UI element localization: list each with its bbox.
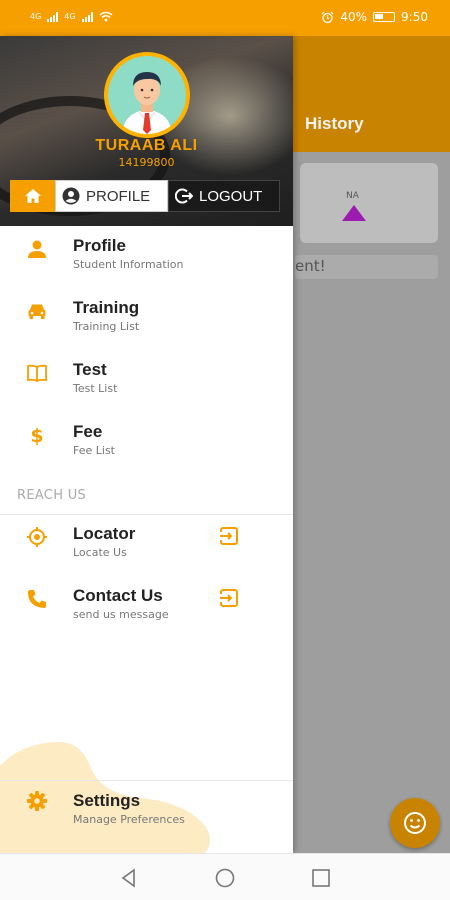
header-actions: PROFILE LOGOUT (10, 180, 280, 212)
status-bar: 4G 4G 40% 9:50 (0, 0, 450, 36)
menu-item-locator[interactable]: Locator Locate Us (0, 514, 293, 574)
home-nav-icon[interactable] (214, 867, 236, 889)
wifi-icon (99, 11, 113, 22)
locator-icon (27, 527, 47, 547)
tab-history[interactable]: History (305, 114, 364, 134)
menu-item-contact-us[interactable]: Contact Us send us message (0, 576, 293, 636)
open-external-icon[interactable] (218, 587, 240, 609)
recents-icon[interactable] (310, 867, 332, 889)
gear-icon (27, 791, 47, 811)
menu-item-title: Fee (73, 422, 103, 441)
battery-percent: 40% (340, 10, 368, 24)
drawer-header: TURAAB ALI 14199800 PROFILE LOGOUT (0, 36, 293, 226)
book-icon (27, 364, 47, 383)
menu-item-subtitle: send us message (73, 608, 169, 621)
triangle-icon (342, 205, 366, 221)
account-circle-icon (62, 187, 80, 205)
message-text: ent! (295, 257, 326, 275)
navigation-drawer: TURAAB ALI 14199800 PROFILE LOGOUT Profi… (0, 36, 293, 853)
menu-item-title: Contact Us (73, 586, 163, 605)
menu-item-title: Test (73, 360, 107, 379)
card-label: NA (346, 191, 359, 201)
alarm-icon (321, 11, 334, 23)
signal-icon (81, 11, 93, 22)
divider (0, 780, 293, 781)
clock: 9:50 (401, 10, 428, 24)
system-nav-bar (0, 853, 450, 900)
avatar[interactable] (104, 52, 190, 138)
menu-item-subtitle: Locate Us (73, 546, 127, 559)
person-icon (28, 240, 46, 258)
home-icon (24, 189, 41, 203)
menu-item-subtitle: Fee List (73, 444, 115, 457)
battery-icon (373, 12, 396, 22)
logout-button-label: LOGOUT (199, 187, 263, 205)
phone-icon (28, 590, 46, 608)
car-icon (28, 304, 46, 319)
menu-item-subtitle: Manage Preferences (73, 813, 185, 826)
dollar-icon: $ (30, 425, 43, 446)
message-banner: ent! (295, 255, 438, 279)
svg-text:$: $ (30, 425, 43, 446)
menu-item-profile[interactable]: Profile Student Information (0, 226, 293, 286)
smiley-icon (404, 812, 426, 834)
feedback-button[interactable] (390, 798, 440, 848)
profile-button[interactable]: PROFILE (55, 180, 168, 212)
menu-item-title: Training (73, 298, 140, 317)
profile-button-label: PROFILE (86, 187, 151, 205)
menu-item-title: Profile (73, 236, 126, 255)
summary-card: NA (300, 163, 438, 243)
open-external-icon[interactable] (218, 525, 240, 547)
logout-button[interactable]: LOGOUT (168, 180, 280, 212)
user-id: 14199800 (118, 156, 175, 169)
menu-item-test[interactable]: Test Test List (0, 350, 293, 410)
menu-item-subtitle: Test List (73, 382, 118, 395)
network-label: 4G (64, 12, 76, 21)
menu-item-subtitle: Student Information (73, 258, 184, 271)
back-icon[interactable] (118, 867, 140, 889)
menu-item-fee[interactable]: $ Fee Fee List (0, 412, 293, 472)
user-avatar-icon (122, 72, 172, 134)
logout-icon (175, 188, 193, 204)
home-button[interactable] (10, 180, 55, 212)
menu-item-subtitle: Training List (73, 320, 140, 333)
network-label: 4G (30, 12, 42, 21)
menu-item-settings[interactable]: Settings Manage Preferences (0, 782, 293, 842)
user-name: TURAAB ALI (95, 137, 198, 154)
menu-item-title: Settings (73, 791, 141, 810)
signal-icon (47, 11, 59, 22)
menu-item-training[interactable]: Training Training List (0, 288, 293, 348)
section-label-reach-us: REACH US (17, 488, 87, 503)
menu-item-title: Locator (73, 524, 136, 543)
